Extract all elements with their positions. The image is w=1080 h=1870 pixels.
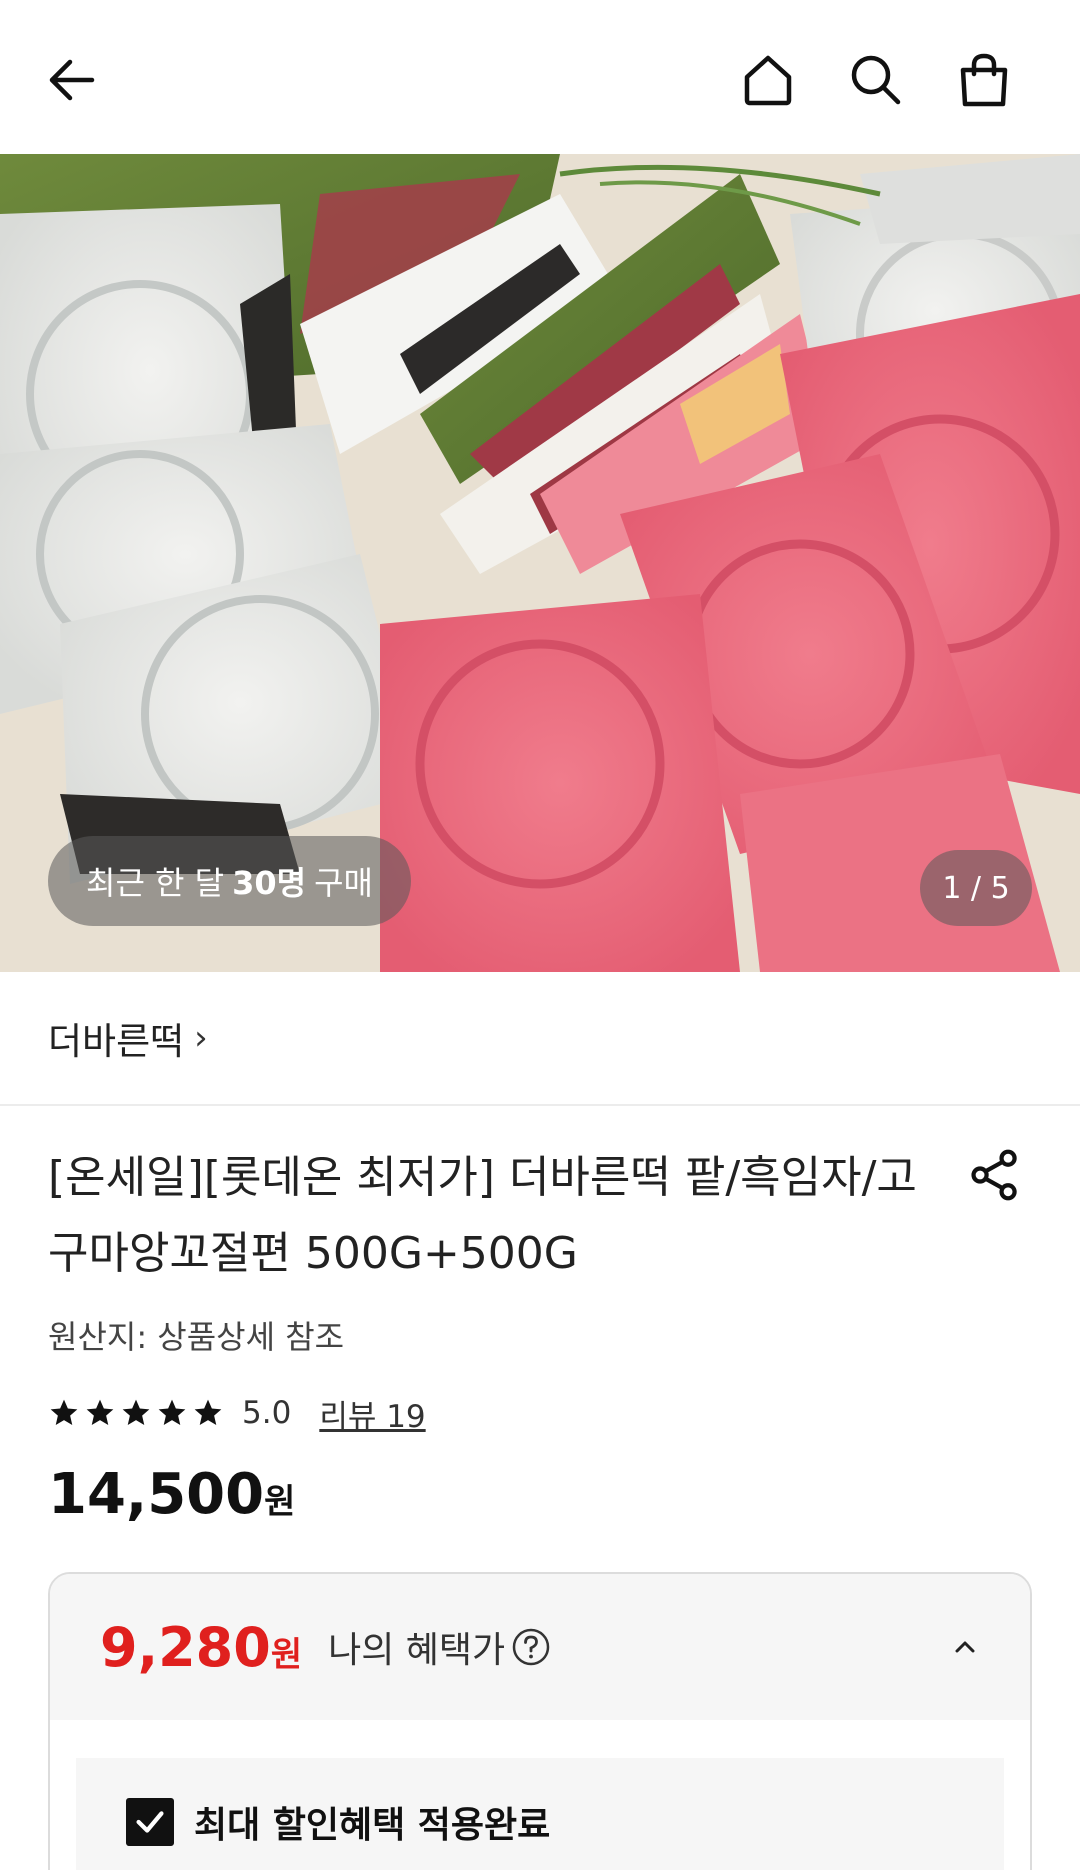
benefit-price-card: 9,280원 나의 혜택가 최대 할인혜택 적용완료: [48, 1572, 1032, 1870]
checkbox-checked[interactable]: [126, 1798, 174, 1846]
star-icon: [86, 1399, 114, 1425]
price-value: 14,500: [48, 1462, 265, 1527]
share-icon: [971, 1149, 1017, 1201]
brand-store-link[interactable]: 더바른떡 ›: [48, 1011, 208, 1065]
product-image-carousel[interactable]: 최근 한 달 30명 구매 1 / 5: [0, 154, 1080, 972]
star-rating: [48, 1397, 224, 1429]
star-icon: [122, 1399, 150, 1425]
chevron-right-icon: ›: [194, 1018, 208, 1058]
chevron-up-icon: [955, 1641, 975, 1653]
image-pager-indicator: 1 / 5: [920, 850, 1032, 926]
rating-score: 5.0: [242, 1395, 292, 1431]
brand-row: 더바른떡 ›: [0, 972, 1080, 1106]
share-button[interactable]: [960, 1140, 1030, 1210]
origin-info: 원산지: 상품상세 참조: [48, 1318, 345, 1356]
rating-row: 5.0 리뷰 19: [48, 1388, 426, 1438]
search-button[interactable]: [836, 40, 916, 120]
checkbox-label: 최대 할인혜택 적용완료: [194, 1805, 551, 1846]
my-benefit-label: 나의 혜택가: [328, 1630, 506, 1671]
collapse-button[interactable]: [940, 1622, 990, 1672]
star-icon: [194, 1399, 222, 1425]
star-icon: [158, 1399, 186, 1425]
arrow-left-icon: [49, 59, 95, 101]
buyers-suffix: 구매: [314, 864, 373, 902]
star-icon: [50, 1399, 78, 1425]
brand-name: 더바른떡: [48, 1020, 185, 1063]
benefit-details: 최대 할인혜택 적용완료: [76, 1758, 1004, 1870]
buyers-prefix: 최근 한 달: [86, 864, 225, 902]
cart-button[interactable]: [944, 40, 1024, 120]
recent-buyers-badge: 최근 한 달 30명 구매: [48, 836, 411, 926]
benefit-header[interactable]: 9,280원 나의 혜택가: [50, 1574, 1030, 1720]
back-button[interactable]: [32, 40, 112, 120]
original-price: 14,500원: [48, 1462, 295, 1527]
reviews-link[interactable]: 리뷰 19: [319, 1391, 425, 1436]
shopping-bag-icon: [960, 53, 1008, 107]
buyers-count: 30명: [232, 864, 307, 902]
max-discount-checkbox[interactable]: 최대 할인혜택 적용완료: [126, 1796, 550, 1848]
price-unit: 원: [264, 1482, 296, 1522]
benefit-price-unit: 원: [270, 1634, 303, 1675]
top-navigation-bar: [0, 0, 1080, 154]
benefit-price: 9,280원: [100, 1616, 302, 1679]
checkmark-icon: [136, 1811, 164, 1833]
home-button[interactable]: [728, 40, 808, 120]
help-icon[interactable]: [511, 1627, 551, 1667]
home-icon: [744, 55, 792, 106]
search-icon: [851, 55, 901, 105]
product-title: [온세일][롯데온 최저가] 더바른떡 팥/흑임자/고구마앙꼬절편 500G+5…: [48, 1152, 917, 1279]
benefit-price-value: 9,280: [100, 1615, 271, 1679]
